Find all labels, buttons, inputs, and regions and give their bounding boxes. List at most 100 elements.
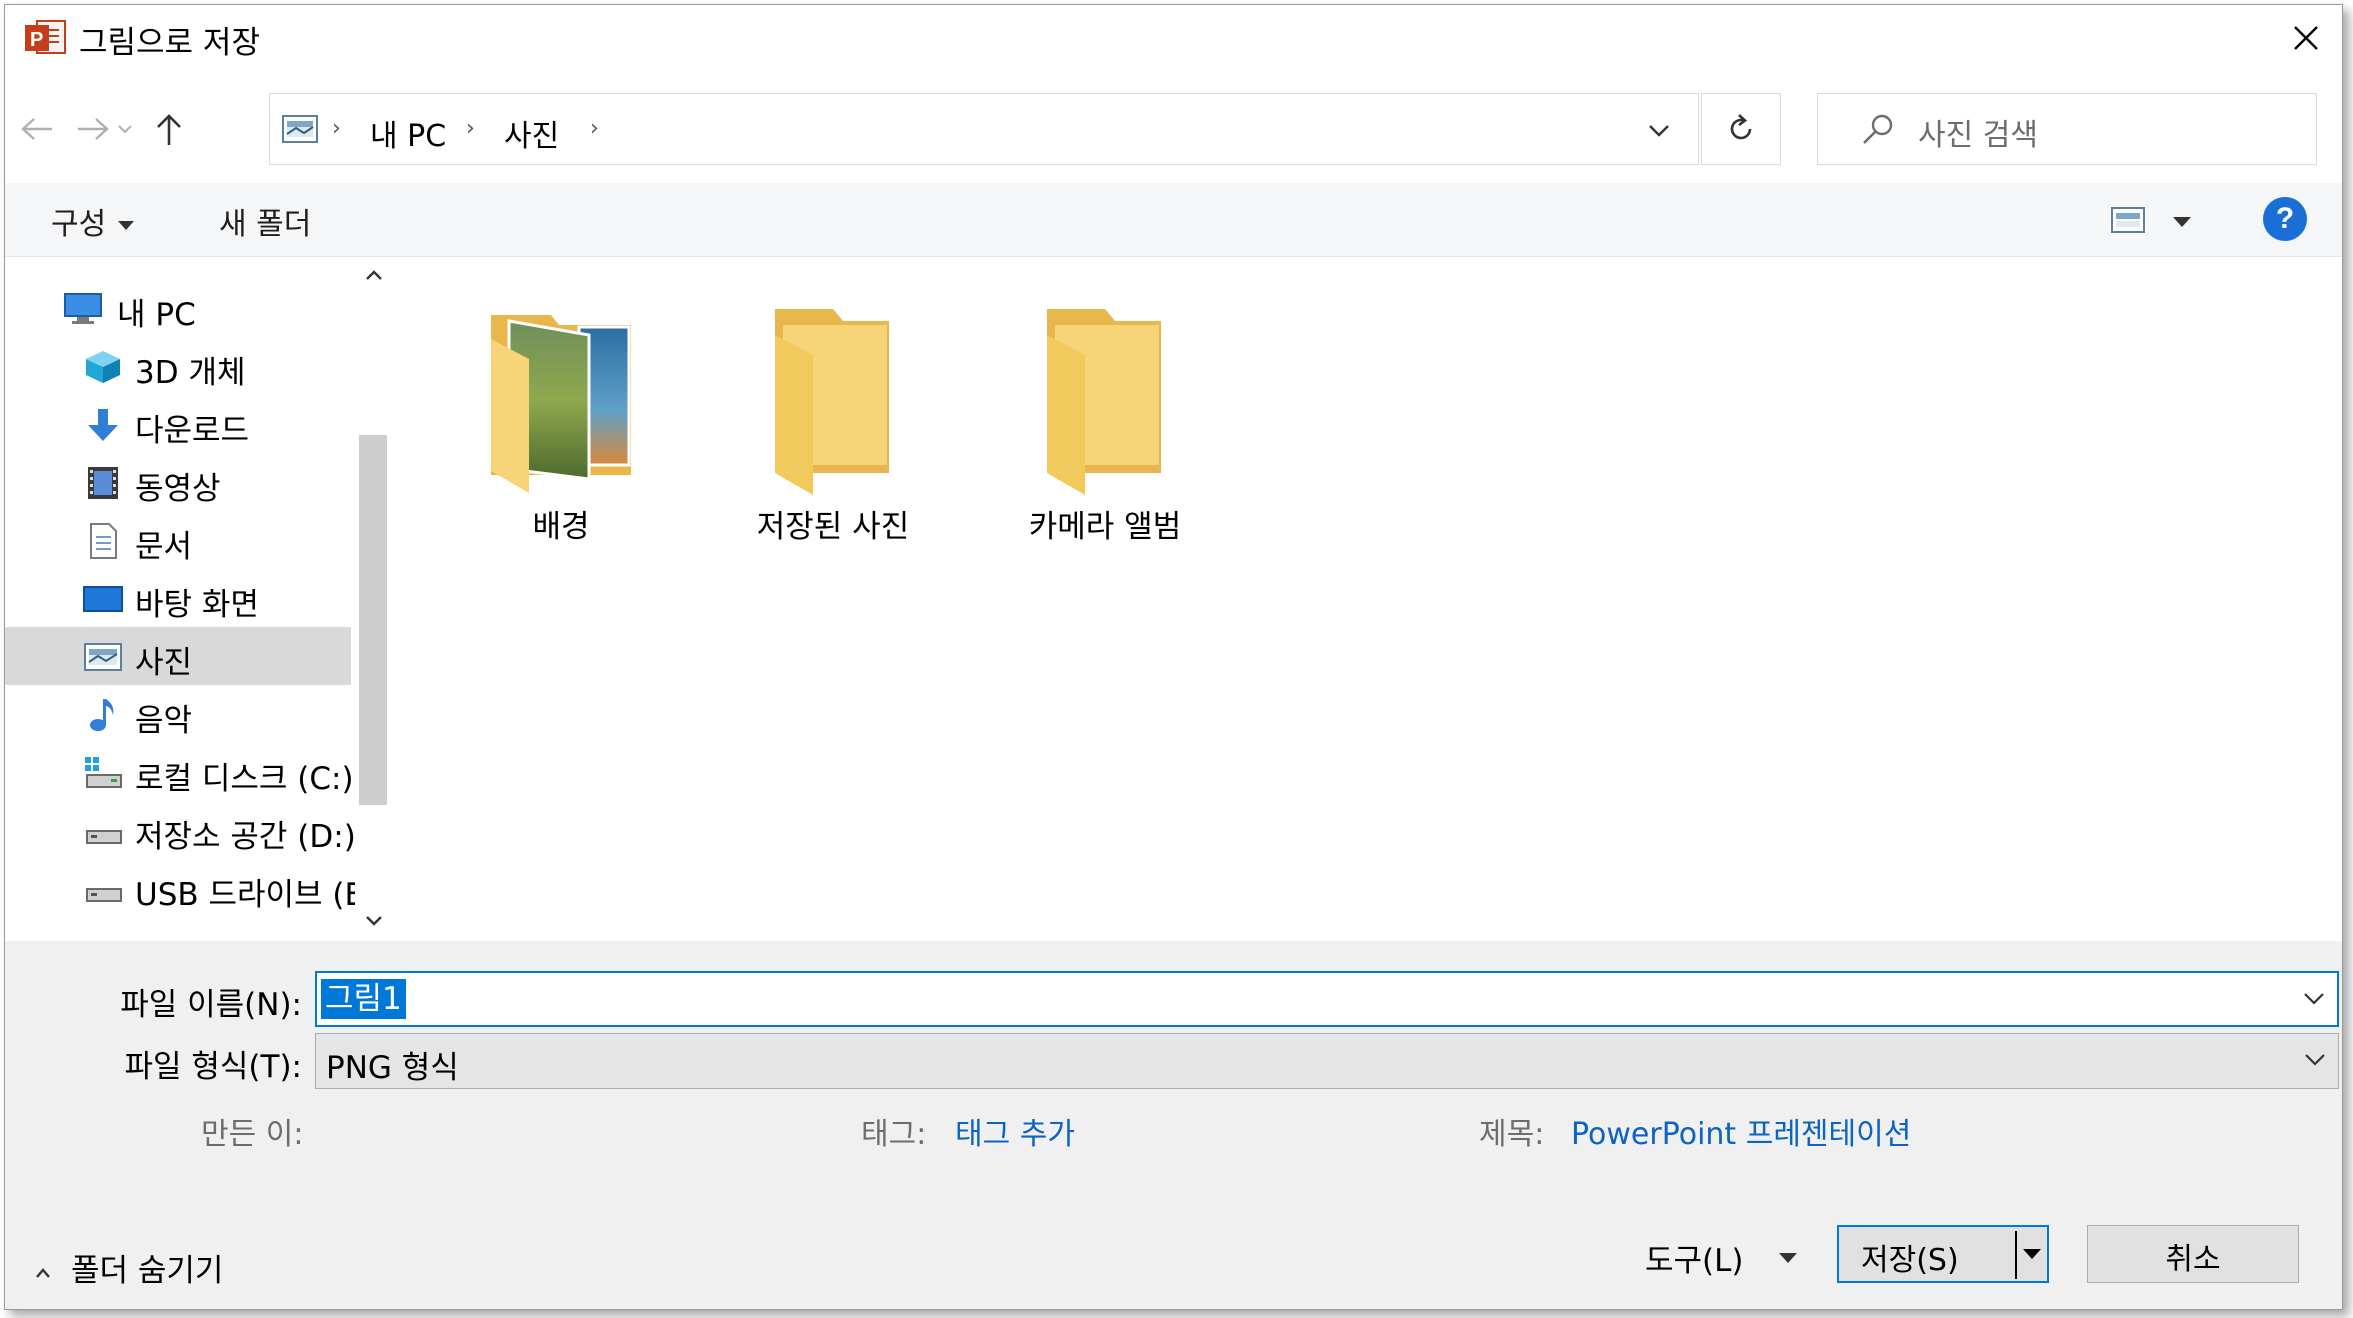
author-label: 만든 이:: [201, 1117, 304, 1152]
hide-folders-button[interactable]: 폴더 숨기기: [35, 1245, 223, 1290]
sidebar-item-label: USB 드라이브 (E: [135, 877, 365, 913]
search-box[interactable]: 사진 검색: [1817, 93, 2317, 165]
save-form: 파일 이름(N): 그림1 파일 형식(T): PNG 형식 만든 이: 태그:…: [5, 941, 2342, 1309]
arrow-right-icon: [78, 118, 109, 140]
sidebar-scrollbar[interactable]: [355, 257, 391, 941]
caret-down-icon: [118, 221, 135, 230]
scroll-down-icon[interactable]: [365, 915, 383, 927]
address-bar[interactable]: › 내 PC › 사진 ›: [269, 93, 1699, 165]
document-icon: [90, 523, 117, 559]
drive-icon: [85, 757, 122, 788]
navigation-pane: 내 PC 3D 개체 다운로드 동영상 문서 바탕 화면 사진 음악 로컬 디스…: [5, 257, 391, 941]
organize-label: 구성: [51, 207, 107, 242]
cancel-button[interactable]: 취소: [2087, 1225, 2299, 1283]
chevron-up-icon: [36, 1267, 50, 1278]
sidebar-item-storage-d[interactable]: 저장소 공간 (D:): [5, 801, 356, 859]
arrow-left-icon: [21, 118, 52, 140]
sidebar-item-downloads[interactable]: 다운로드: [5, 395, 351, 453]
split-divider: [2015, 1231, 2017, 1279]
tags-label: 태그:: [861, 1117, 927, 1152]
cancel-label: 취소: [2165, 1242, 2221, 1277]
folder-with-photos-icon: [491, 315, 631, 493]
caret-down-icon[interactable]: [1779, 1253, 1797, 1263]
breadcrumb-pictures[interactable]: 사진: [504, 111, 559, 155]
folder-item[interactable]: 저장된 사진: [733, 295, 933, 546]
svg-text:P: P: [30, 29, 43, 51]
folder-label: 배경: [532, 509, 590, 545]
navigation-row: › 내 PC › 사진 › 사진 검색: [5, 91, 2342, 167]
change-view-icon[interactable]: [2111, 207, 2145, 233]
title-input[interactable]: PowerPoint 프레젠테이션: [1571, 1109, 1911, 1153]
folder-item[interactable]: 배경: [461, 295, 661, 546]
music-icon: [90, 699, 114, 731]
refresh-icon: [1730, 114, 1752, 140]
save-label: 저장(S): [1861, 1243, 1959, 1278]
save-button[interactable]: 저장(S): [1837, 1225, 2049, 1283]
sidebar-item-label: 내 PC: [117, 297, 196, 333]
refresh-button[interactable]: [1701, 93, 1781, 165]
sidebar-item-desktop[interactable]: 바탕 화면: [5, 569, 351, 627]
sidebar-item-label: 사진: [135, 645, 193, 681]
video-icon: [88, 467, 118, 499]
folder-icon: [775, 309, 889, 495]
tags-input[interactable]: 태그 추가: [955, 1109, 1075, 1153]
help-button[interactable]: ?: [2263, 197, 2307, 241]
title-bar: P 그림으로 저장: [5, 5, 2342, 71]
chevron-down-icon: [2305, 1054, 2325, 1066]
folder-label: 카메라 앨범: [1028, 509, 1182, 545]
sidebar-item-local-disk-c[interactable]: 로컬 디스크 (C:): [5, 743, 354, 801]
sidebar-item-label: 바탕 화면: [135, 587, 259, 623]
up-button[interactable]: [145, 105, 193, 153]
scrollbar-thumb[interactable]: [359, 435, 387, 805]
filetype-select[interactable]: PNG 형식: [315, 1033, 2339, 1089]
usb-drive-icon: [86, 888, 122, 902]
filename-input[interactable]: 그림1: [315, 971, 2339, 1027]
file-list: 배경 저장된 사진 카메라 앨범: [393, 257, 2342, 941]
arrow-up-icon: [157, 114, 181, 145]
breadcrumb-my-pc[interactable]: 내 PC: [370, 111, 446, 155]
chevron-down-icon[interactable]: [2301, 987, 2327, 1009]
pc-icon: [64, 293, 102, 324]
title-label: 제목:: [1479, 1117, 1545, 1152]
sidebar-item-usb-drive[interactable]: USB 드라이브 (E: [5, 859, 364, 917]
pictures-location-icon: [282, 115, 318, 143]
folder-item[interactable]: 카메라 앨범: [1005, 295, 1205, 546]
drive-icon: [86, 830, 122, 844]
view-options-caret-icon[interactable]: [2173, 217, 2191, 227]
sidebar-item-videos[interactable]: 동영상: [5, 453, 351, 511]
organize-menu-button[interactable]: 구성: [51, 199, 135, 243]
close-icon: [2294, 26, 2318, 50]
chevron-down-icon: [118, 125, 132, 134]
search-icon: [1863, 114, 1893, 144]
desktop-icon: [83, 586, 123, 612]
breadcrumb-separator: ›: [466, 116, 475, 141]
powerpoint-icon: P: [25, 20, 66, 54]
back-button[interactable]: [13, 105, 61, 153]
command-bar: 구성 새 폴더 ?: [5, 183, 2342, 257]
sidebar-item-label: 3D 개체: [135, 355, 246, 391]
sidebar-item-label: 저장소 공간 (D:): [135, 819, 356, 855]
sidebar-item-pictures[interactable]: 사진: [5, 627, 351, 685]
scroll-up-icon[interactable]: [365, 269, 383, 281]
download-icon: [88, 409, 118, 441]
chevron-down-icon[interactable]: [1642, 116, 1676, 146]
sidebar-item-3d-objects[interactable]: 3D 개체: [5, 337, 351, 395]
save-as-picture-dialog: P 그림으로 저장 › 내 PC › 사진 › 사진 검색 구성 새 폴더 ? …: [4, 4, 2343, 1310]
help-icon: ?: [2275, 202, 2295, 235]
save-options-caret-icon[interactable]: [2023, 1249, 2041, 1259]
recent-locations-button[interactable]: [109, 105, 141, 153]
window-title: 그림으로 저장: [79, 25, 260, 61]
new-folder-button[interactable]: 새 폴더: [219, 199, 311, 243]
sidebar-item-label: 음악: [135, 703, 193, 739]
filename-value[interactable]: 그림1: [321, 979, 406, 1019]
hide-folders-label: 폴더 숨기기: [71, 1253, 224, 1289]
sidebar-item-documents[interactable]: 문서: [5, 511, 351, 569]
sidebar-item-music[interactable]: 음악: [5, 685, 351, 743]
sidebar-item-label: 로컬 디스크 (C:): [135, 761, 354, 797]
filename-label: 파일 이름(N):: [120, 987, 302, 1023]
close-button[interactable]: [2270, 5, 2342, 71]
folder-icon: [1047, 309, 1161, 495]
pictures-icon: [84, 643, 122, 671]
sidebar-item-my-pc[interactable]: 내 PC: [5, 279, 351, 337]
tools-menu-button[interactable]: 도구(L): [1645, 1235, 1744, 1280]
